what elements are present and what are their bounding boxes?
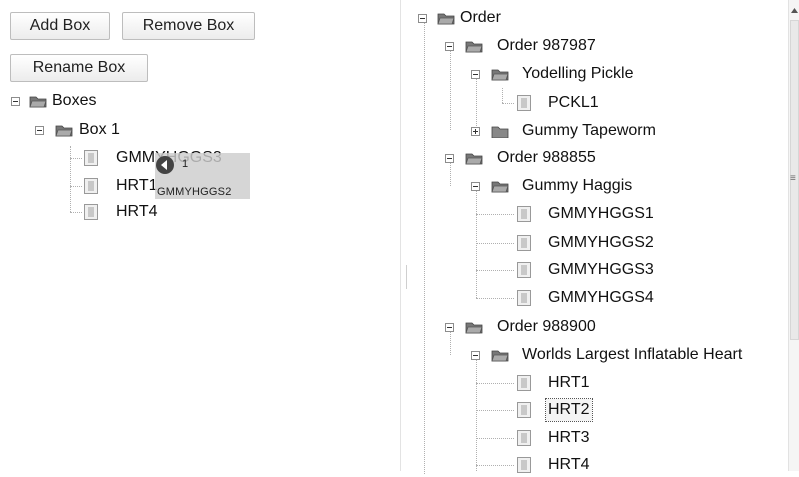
scrollbar-thumb[interactable]: ≡ [790,20,799,340]
tree-connector [70,158,82,159]
open-folder-icon [55,125,73,137]
rename-box-button[interactable]: Rename Box [10,54,148,82]
tree-node-label: Order 988855 [497,149,596,166]
tree-connector [502,88,503,103]
collapse-toggle-icon[interactable] [471,351,480,360]
tree-node-label: HRT1 [116,177,158,194]
drag-proxy: 1 GMMYHGGS2 [155,153,250,199]
tree-node-label: HRT2 [545,398,593,422]
open-folder-icon [491,69,509,81]
tree-node-label: GMMYHGGS2 [548,234,654,251]
splitter-grip [406,265,407,289]
tree-connector [476,214,514,215]
collapse-toggle-icon[interactable] [418,14,427,23]
tree-node-label: Gummy Tapeworm [522,122,656,139]
tree-connector [476,383,514,384]
tree-node-label: Box 1 [79,121,120,138]
tree-connector [502,103,514,104]
open-folder-icon [491,350,509,362]
collapse-toggle-icon[interactable] [471,70,480,79]
open-folder-icon [29,96,47,108]
collapse-toggle-icon[interactable] [445,323,454,332]
tree-connector [476,465,514,466]
file-icon [517,95,531,111]
tree-node-label: GMMYHGGS4 [548,289,654,306]
tree-node-label: HRT3 [548,429,590,446]
remove-box-button[interactable]: Remove Box [122,12,255,40]
open-folder-icon [465,41,483,53]
add-box-button[interactable]: Add Box [10,12,110,40]
file-icon [517,235,531,251]
tree-node-label: HRT4 [548,456,590,473]
panel-splitter[interactable] [400,0,407,471]
expand-toggle-icon[interactable] [471,127,480,136]
tree-connector [70,212,82,213]
drag-count: 1 [182,158,189,170]
collapse-toggle-icon[interactable] [445,42,454,51]
tree-node-label: Order 988900 [497,318,596,335]
tree-node-label: Gummy Haggis [522,177,633,194]
collapse-toggle-icon[interactable] [445,154,454,163]
tree-node-label: PCKL1 [548,94,599,111]
file-icon [84,204,98,220]
tree-connector [70,146,71,212]
collapse-toggle-icon[interactable] [35,126,44,135]
tree-node-label: Boxes [52,92,97,109]
open-folder-icon [465,322,483,334]
tree-node-label: Worlds Largest Inflatable Heart [522,346,743,363]
file-icon [517,206,531,222]
tree-connector [70,186,82,187]
tree-node-label: HRT4 [116,203,158,220]
file-icon [84,150,98,166]
tree-connector [424,14,425,474]
tree-connector [476,355,477,471]
tree-node-label: Order [460,9,501,26]
tree-connector [476,270,514,271]
file-icon [517,430,531,446]
tree-connector [476,186,477,298]
tree-node-label: GMMYHGGS1 [548,205,654,222]
tree-node-label: Order 987987 [497,37,596,54]
tree-connector [476,72,477,130]
tree-connector [476,410,514,411]
tree-node-label: GMMYHGGS3 [548,261,654,278]
file-icon [517,375,531,391]
collapse-toggle-icon[interactable] [11,97,20,106]
tree-connector [476,438,514,439]
file-icon [84,178,98,194]
tree-node-label: Yodelling Pickle [522,65,634,82]
file-icon [517,402,531,418]
open-folder-icon [465,153,483,165]
drag-arrow-icon [156,156,174,174]
tree-node-label: HRT1 [548,374,590,391]
open-folder-icon [437,13,455,25]
vertical-scrollbar[interactable]: ≡ [788,0,799,471]
drag-item-label: GMMYHGGS2 [157,186,232,198]
tree-connector [476,298,514,299]
file-icon [517,290,531,306]
scroll-up-arrow-icon[interactable] [791,8,798,13]
tree-connector [476,243,514,244]
file-icon [517,262,531,278]
tree-connector [450,46,451,130]
collapse-toggle-icon[interactable] [471,182,480,191]
closed-folder-icon [491,126,509,138]
scrollbar-grip-icon: ≡ [790,173,796,184]
open-folder-icon [491,181,509,193]
